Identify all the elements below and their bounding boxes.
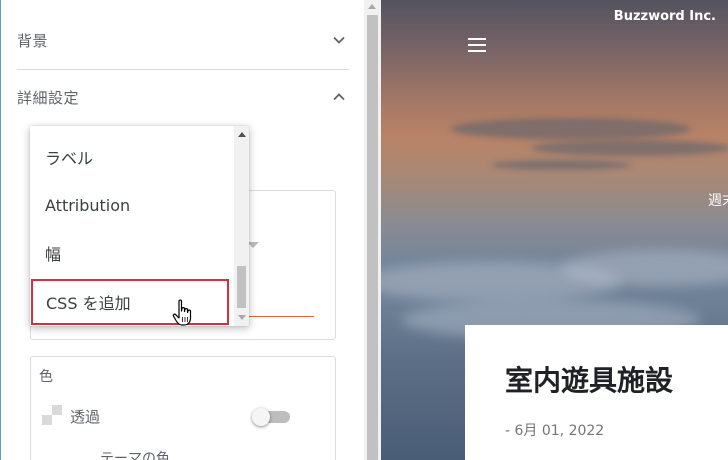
panel-edge	[0, 0, 1, 460]
chevron-up-icon[interactable]	[331, 89, 347, 105]
cloud	[451, 118, 691, 140]
scroll-thumb[interactable]	[237, 266, 246, 308]
toggle-knob	[252, 408, 270, 426]
option-label[interactable]: ラベル	[30, 134, 234, 180]
header-text: 週末	[708, 193, 728, 209]
theme-color-label: テーマの色	[100, 451, 170, 460]
cloud	[491, 160, 631, 170]
transparent-label: 透過	[70, 408, 101, 426]
option-attribution[interactable]: Attribution	[30, 182, 234, 228]
hamburger-menu-icon[interactable]	[468, 38, 486, 52]
section-background-label: 背景	[17, 31, 49, 50]
color-label: 色	[39, 369, 53, 385]
option-width[interactable]: 幅	[30, 230, 234, 276]
post-title[interactable]: 室内遊具施設	[505, 359, 673, 399]
post-date: - 6月 01, 2022	[505, 423, 605, 439]
section-background-header[interactable]: 背景	[17, 12, 347, 68]
field-underline	[240, 316, 314, 317]
scroll-up-arrow-icon[interactable]	[238, 132, 246, 137]
transparent-toggle[interactable]	[252, 408, 290, 426]
dropdown-menu[interactable]: ラベル Attribution 幅 CSS を追加	[30, 126, 249, 326]
hand-cursor-icon	[172, 299, 192, 326]
blog-preview: Buzzword Inc. 週末 室内遊具施設 - 6月 01, 2022	[381, 0, 728, 460]
chevron-down-icon[interactable]	[331, 32, 347, 48]
cloud	[531, 140, 728, 156]
scroll-thumb[interactable]	[367, 15, 378, 460]
post-card[interactable]: 室内遊具施設 - 6月 01, 2022	[465, 325, 728, 460]
brand-name[interactable]: Buzzword Inc.	[614, 9, 716, 24]
option-add-css[interactable]: CSS を追加	[31, 279, 229, 325]
dropdown-scrollbar[interactable]	[234, 126, 249, 326]
scroll-up-arrow-icon[interactable]	[368, 4, 376, 9]
section-advanced-label: 詳細設定	[17, 88, 80, 107]
section-advanced-header[interactable]: 詳細設定	[17, 69, 347, 125]
panel-scrollbar[interactable]	[364, 0, 381, 460]
transparent-checker-icon	[42, 405, 62, 425]
scroll-down-arrow-icon[interactable]	[238, 315, 246, 320]
